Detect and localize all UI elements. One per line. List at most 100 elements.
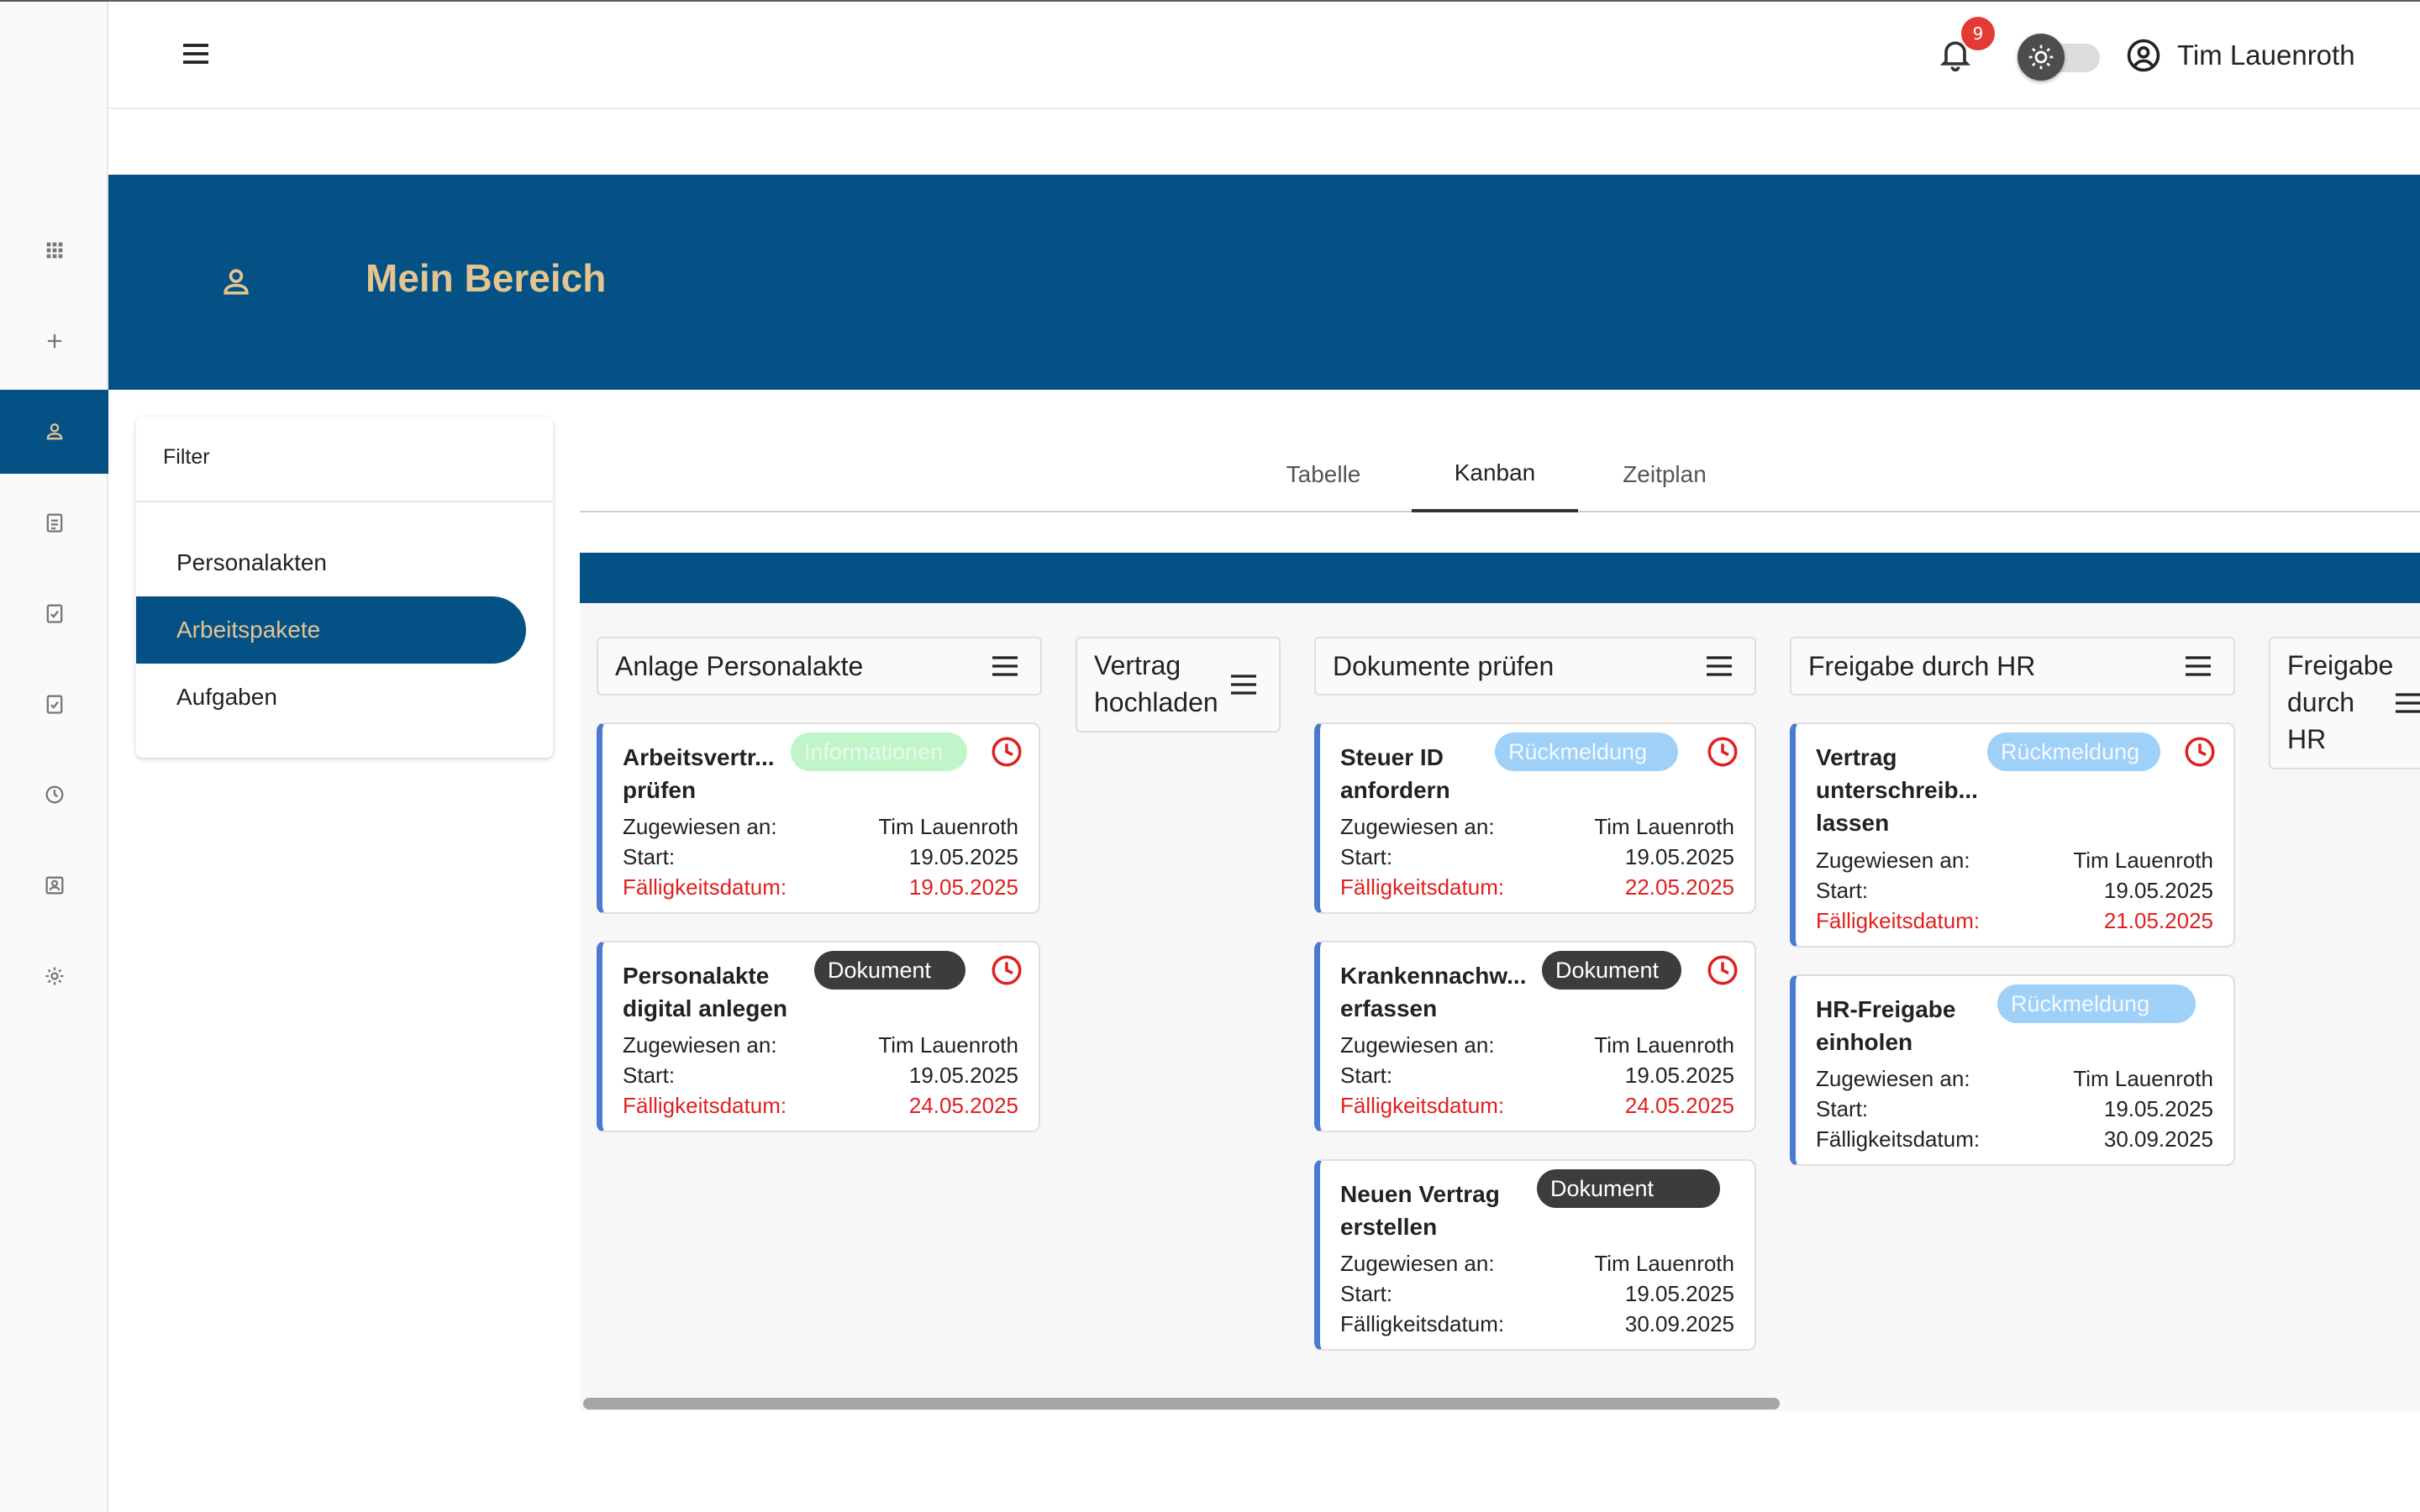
plus-icon bbox=[47, 333, 61, 349]
column-header: Dokumente prüfen bbox=[1314, 637, 1756, 696]
person-icon bbox=[46, 423, 62, 440]
column-menu-icon[interactable] bbox=[2391, 686, 2420, 720]
assigned-value: Tim Lauenroth bbox=[1594, 1032, 1734, 1058]
column-menu-icon[interactable] bbox=[1227, 668, 1260, 701]
page-header: Mein Bereich bbox=[108, 175, 2420, 390]
tag-chip: Rückmeldung bbox=[1495, 732, 1678, 771]
kanban-card[interactable]: Krankennachw... erfassen Dokument Zugewi… bbox=[1314, 941, 1756, 1132]
filter-item-aufgaben[interactable]: Aufgaben bbox=[136, 664, 526, 731]
kanban-card[interactable]: Arbeitsvertr... prüfen Informationen Zug… bbox=[597, 722, 1040, 914]
tab-tabelle[interactable]: Tabelle bbox=[1269, 437, 1378, 512]
due-label: Fälligkeitsdatum: bbox=[1340, 1310, 1505, 1336]
column-header: Vertrag hochladen bbox=[1076, 637, 1281, 732]
tag-chip: Dokument bbox=[1542, 951, 1681, 990]
assigned-label: Zugewiesen an: bbox=[1340, 813, 1495, 839]
tag-chip: Dokument bbox=[814, 951, 965, 990]
assigned-value: Tim Lauenroth bbox=[1594, 1250, 1734, 1276]
kanban-card[interactable]: Neuen Vertrag erstellen Dokument Zugewie… bbox=[1314, 1159, 1756, 1351]
assigned-value: Tim Lauenroth bbox=[2073, 1065, 2213, 1091]
due-value: 30.09.2025 bbox=[2103, 1126, 2213, 1152]
due-value: 24.05.2025 bbox=[1624, 1092, 1734, 1118]
gear-icon bbox=[45, 967, 63, 985]
column-menu-icon[interactable] bbox=[988, 649, 1022, 683]
rail-item-tasks[interactable] bbox=[0, 571, 108, 655]
side-rail bbox=[0, 2, 108, 1512]
start-label: Start: bbox=[623, 1062, 676, 1088]
rail-item-approvals[interactable] bbox=[0, 662, 108, 746]
start-value: 19.05.2025 bbox=[908, 843, 1018, 869]
overdue-clock-icon bbox=[1707, 955, 1738, 985]
assigned-label: Zugewiesen an: bbox=[623, 813, 777, 839]
start-value: 19.05.2025 bbox=[2103, 877, 2213, 903]
user-name: Tim Lauenroth bbox=[2177, 39, 2355, 71]
notification-count-badge: 9 bbox=[1961, 17, 1995, 50]
theme-toggle[interactable] bbox=[2018, 34, 2065, 81]
tag-chip: Informationen bbox=[791, 732, 967, 771]
due-value: 30.09.2025 bbox=[1624, 1310, 1734, 1336]
tab-zeitplan[interactable]: Zeitplan bbox=[1610, 437, 1719, 512]
rail-item-schedule[interactable] bbox=[0, 753, 108, 837]
overdue-clock-icon bbox=[2185, 737, 2215, 767]
card-title: Arbeitsvertr... prüfen bbox=[623, 744, 775, 803]
assigned-value: Tim Lauenroth bbox=[878, 813, 1018, 839]
assigned-label: Zugewiesen an: bbox=[1816, 847, 1970, 873]
assigned-label: Zugewiesen an: bbox=[1816, 1065, 1970, 1091]
filter-item-personalakten[interactable]: Personalakten bbox=[136, 529, 526, 596]
clipboard-icon bbox=[46, 513, 62, 533]
column-title: Dokumente prüfen bbox=[1333, 650, 1555, 681]
user-menu[interactable]: Tim Lauenroth bbox=[2125, 32, 2355, 79]
divider bbox=[136, 501, 553, 502]
column-title: Vertrag hochladen bbox=[1094, 650, 1218, 717]
apps-grid-icon bbox=[46, 242, 62, 259]
card-title: Personalakte digital anlegen bbox=[623, 963, 788, 1021]
tag-chip: Dokument bbox=[1537, 1169, 1720, 1208]
clipboard-check-icon bbox=[46, 604, 62, 623]
column-title: Anlage Personalakte bbox=[615, 650, 864, 681]
kanban-card[interactable]: Vertrag unterschreib... lassen Rückmeldu… bbox=[1790, 722, 2235, 948]
assigned-label: Zugewiesen an: bbox=[1340, 1250, 1495, 1276]
view-tabs: Tabelle Kanban Zeitplan bbox=[580, 437, 2420, 512]
clock-icon bbox=[45, 785, 63, 804]
due-value: 21.05.2025 bbox=[2103, 907, 2213, 933]
column-title: Freigabe durch HR bbox=[1808, 650, 2036, 681]
filter-panel: Filter Personalakten Arbeitspakete Aufga… bbox=[136, 417, 553, 758]
due-value: 19.05.2025 bbox=[908, 874, 1018, 900]
rail-item-add[interactable] bbox=[0, 299, 108, 383]
start-label: Start: bbox=[1340, 1062, 1393, 1088]
card-title: Krankennachw... erfassen bbox=[1340, 963, 1527, 1021]
sun-icon bbox=[2028, 45, 2054, 70]
start-value: 19.05.2025 bbox=[908, 1062, 1018, 1088]
horizontal-scrollbar[interactable] bbox=[583, 1398, 1780, 1410]
due-label: Fälligkeitsdatum: bbox=[1816, 907, 1981, 933]
rail-item-dashboard[interactable] bbox=[0, 208, 108, 292]
menu-button[interactable] bbox=[172, 30, 219, 77]
start-value: 19.05.2025 bbox=[1624, 843, 1734, 869]
assigned-label: Zugewiesen an: bbox=[1340, 1032, 1495, 1058]
account-circle-icon bbox=[2127, 39, 2160, 72]
kanban-card[interactable]: Steuer ID anfordern Rückmeldung Zugewies… bbox=[1314, 722, 1756, 914]
kanban-card[interactable]: HR-Freigabe einholen Rückmeldung Zugewie… bbox=[1790, 974, 2235, 1166]
due-value: 24.05.2025 bbox=[908, 1092, 1018, 1118]
rail-item-records[interactable] bbox=[0, 480, 108, 564]
assigned-value: Tim Lauenroth bbox=[878, 1032, 1018, 1058]
due-label: Fälligkeitsdatum: bbox=[1340, 874, 1505, 900]
kanban-board: Anlage Personalakte Arbeitsvertr... prüf… bbox=[580, 553, 2420, 1411]
start-value: 19.05.2025 bbox=[2103, 1095, 2213, 1121]
kanban-card[interactable]: Personalakte digital anlegen Dokument Zu… bbox=[597, 941, 1040, 1132]
rail-item-my-area[interactable] bbox=[0, 390, 108, 474]
overdue-clock-icon bbox=[992, 737, 1022, 767]
column-menu-icon[interactable] bbox=[1702, 649, 1736, 683]
filter-item-arbeitspakete[interactable]: Arbeitspakete bbox=[136, 596, 526, 664]
rail-item-contacts[interactable] bbox=[0, 843, 108, 927]
tag-chip: Rückmeldung bbox=[1987, 732, 2160, 771]
card-title: Vertrag unterschreib... lassen bbox=[1816, 744, 1978, 836]
tab-kanban[interactable]: Kanban bbox=[1412, 437, 1578, 512]
contact-card-icon bbox=[45, 876, 63, 895]
assigned-label: Zugewiesen an: bbox=[623, 1032, 777, 1058]
rail-item-settings[interactable] bbox=[0, 934, 108, 1018]
filter-title: Filter bbox=[163, 445, 210, 469]
hamburger-menu-icon bbox=[183, 44, 208, 64]
assigned-value: Tim Lauenroth bbox=[1594, 813, 1734, 839]
column-menu-icon[interactable] bbox=[2181, 649, 2215, 683]
column-header: Anlage Personalakte bbox=[597, 637, 1042, 696]
